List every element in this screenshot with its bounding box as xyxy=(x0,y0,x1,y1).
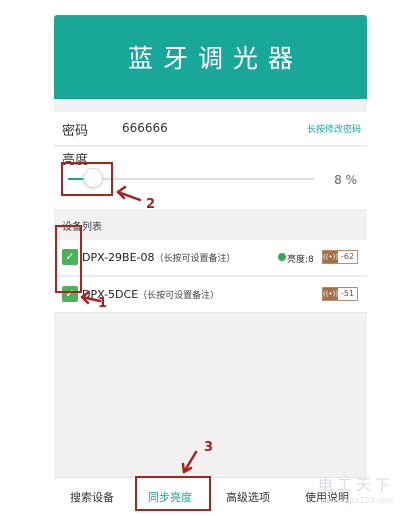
annotation-number-1: 1 xyxy=(98,296,108,311)
signal-value: -51 xyxy=(341,289,355,298)
annotation-box-checkboxes xyxy=(55,225,82,293)
signal-badge: ((•)) -62 xyxy=(322,250,359,264)
signal-badge: ((•)) -51 xyxy=(322,287,359,301)
tab-search-devices[interactable]: 搜索设备 xyxy=(70,489,114,505)
watermark: 电工天下 www.dgtx123.com xyxy=(296,472,396,512)
annotation-number-2: 2 xyxy=(146,197,156,212)
watermark-url: www.dgtx123.com xyxy=(320,496,395,505)
annotation-number-3: 3 xyxy=(204,440,214,455)
device-name-text: DPX-5DCE xyxy=(82,288,139,301)
app-title: 蓝牙调光器 xyxy=(127,44,303,73)
device-row[interactable]: ✓ DPX-29BE-08（长按可设置备注） 亮度:8 ((•)) -62 xyxy=(54,240,367,276)
device-name: DPX-29BE-08（长按可设置备注） xyxy=(82,251,236,264)
password-value: 666666 xyxy=(122,121,168,135)
device-note: （长按可设置备注） xyxy=(154,254,236,264)
signal-value: -62 xyxy=(341,252,355,261)
password-row: 密码 666666 长按修改密码 xyxy=(54,112,367,146)
device-name-text: DPX-29BE-08 xyxy=(82,251,155,264)
tab-advanced-options[interactable]: 高级选项 xyxy=(226,489,270,505)
app-header: 蓝牙调光器 xyxy=(54,15,367,99)
signal-icon: ((•)) xyxy=(323,288,339,300)
device-note: （长按可设置备注） xyxy=(138,291,220,301)
brightness-percent: 8 % xyxy=(334,173,357,187)
change-password-link[interactable]: 长按修改密码 xyxy=(307,122,361,135)
device-brightness: 亮度:8 xyxy=(287,255,314,265)
annotation-box-slider xyxy=(61,162,113,196)
bulb-icon xyxy=(278,253,286,261)
watermark-text: 电工天下 xyxy=(318,476,395,494)
signal-icon: ((•)) xyxy=(323,251,339,263)
device-list-header: 设备列表 xyxy=(54,209,367,239)
app-screen: 蓝牙调光器 密码 666666 长按修改密码 亮度 8 % 设备列表 ✓ DPX… xyxy=(54,15,367,511)
annotation-box-sync-tab xyxy=(135,476,211,511)
password-label: 密码 xyxy=(62,124,89,139)
